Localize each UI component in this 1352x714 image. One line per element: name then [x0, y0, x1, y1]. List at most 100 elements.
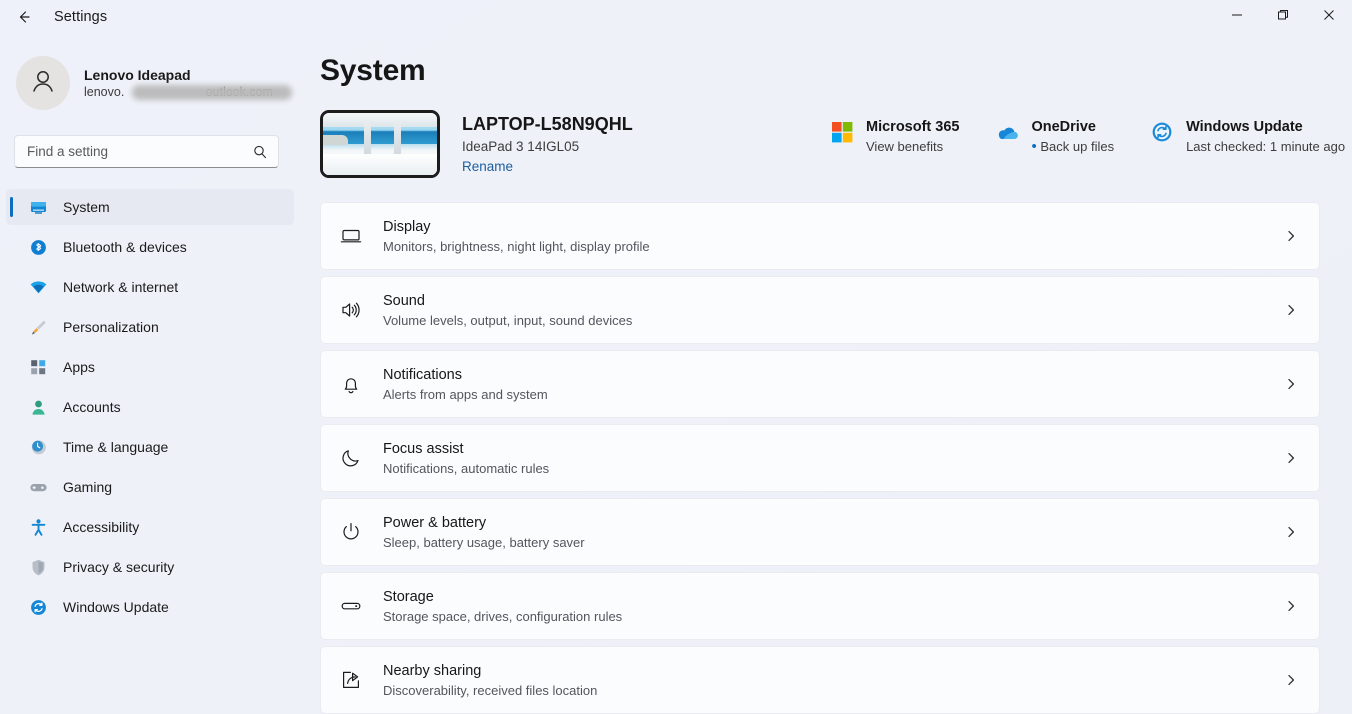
- settings-row-title: Display: [383, 218, 431, 235]
- apps-grid-icon: [28, 357, 48, 377]
- settings-row-notifications[interactable]: Notifications Alerts from apps and syste…: [320, 350, 1320, 418]
- rename-link[interactable]: Rename: [462, 159, 513, 174]
- maximize-button[interactable]: [1260, 0, 1306, 34]
- quicklink-text: Microsoft 365 View benefits: [866, 118, 959, 157]
- settings-window: Settings Lenovo Ideapad lenovo. Find a s…: [0, 0, 1352, 714]
- search-box[interactable]: [14, 135, 279, 168]
- sidebar-item-system[interactable]: System: [6, 189, 294, 225]
- account-text: Lenovo Ideapad lenovo.xxxxxxxxxxxxxoutlo…: [84, 66, 292, 101]
- quicklink-subtitle: View benefits: [866, 139, 944, 154]
- shield-icon: [28, 557, 48, 577]
- chevron-right-icon: [1281, 599, 1301, 613]
- device-model: IdeaPad 3 14IGL05: [462, 139, 580, 154]
- accounts-person-icon: [28, 397, 48, 417]
- chevron-right-icon: [1281, 303, 1301, 317]
- sidebar-item-label: Windows Update: [63, 599, 169, 615]
- account-email-prefix: lenovo.: [84, 84, 125, 99]
- settings-row-focus-assist[interactable]: Focus assist Notifications, automatic ru…: [320, 424, 1320, 492]
- sidebar-item-accounts[interactable]: Accounts: [6, 389, 294, 425]
- quicklink-windows-update[interactable]: Windows Update Last checked: 1 minute ag…: [1150, 118, 1345, 157]
- quick-links: Microsoft 365 View benefits OneDrive • B…: [830, 110, 1345, 157]
- settings-row-storage[interactable]: Storage Storage space, drives, configura…: [320, 572, 1320, 640]
- settings-row-text: Power & battery Sleep, battery usage, ba…: [383, 513, 1281, 552]
- sidebar-item-personalization[interactable]: Personalization: [6, 309, 294, 345]
- display-monitor-icon: [335, 220, 367, 252]
- settings-row-subtitle: Monitors, brightness, night light, displ…: [383, 238, 650, 254]
- sidebar-item-privacy-security[interactable]: Privacy & security: [6, 549, 294, 585]
- moon-icon: [335, 442, 367, 474]
- settings-row-text: Notifications Alerts from apps and syste…: [383, 365, 1281, 404]
- chevron-right-icon: [1281, 229, 1301, 243]
- wallpaper-image: [323, 113, 437, 175]
- quicklink-title: Microsoft 365: [866, 119, 960, 135]
- close-button[interactable]: [1306, 0, 1352, 34]
- sidebar-item-accessibility[interactable]: Accessibility: [6, 509, 294, 545]
- quicklink-microsoft-365[interactable]: Microsoft 365 View benefits: [830, 118, 959, 157]
- sidebar-item-label: Network & internet: [63, 279, 179, 295]
- update-refresh-icon: [28, 597, 48, 617]
- sidebar-item-label: Personalization: [63, 319, 159, 335]
- sidebar-item-bluetooth-devices[interactable]: Bluetooth & devices: [6, 229, 294, 265]
- chevron-right-icon: [1281, 525, 1301, 539]
- search-input[interactable]: [15, 144, 278, 159]
- close-icon: [1323, 8, 1335, 26]
- settings-row-text: Nearby sharing Discoverability, received…: [383, 661, 1281, 700]
- settings-row-sound[interactable]: Sound Volume levels, output, input, soun…: [320, 276, 1320, 344]
- wallpaper-pillar: [393, 119, 401, 158]
- sidebar: Lenovo Ideapad lenovo.xxxxxxxxxxxxxoutlo…: [0, 34, 300, 714]
- sidebar-item-windows-update[interactable]: Windows Update: [6, 589, 294, 625]
- settings-row-text: Display Monitors, brightness, night ligh…: [383, 217, 1281, 256]
- sidebar-item-gaming[interactable]: Gaming: [6, 469, 294, 505]
- status-dot: •: [1031, 138, 1037, 155]
- accessibility-person-icon: [28, 517, 48, 537]
- window-controls: [1214, 0, 1352, 34]
- quicklink-text: OneDrive • Back up files: [1031, 118, 1114, 157]
- sidebar-item-time-language[interactable]: Time & language: [6, 429, 294, 465]
- sidebar-item-network-internet[interactable]: Network & internet: [6, 269, 294, 305]
- system-monitor-icon: [28, 197, 48, 217]
- clock-globe-icon: [28, 437, 48, 457]
- device-name: LAPTOP-L58N9QHL: [462, 114, 633, 134]
- settings-row-power-battery[interactable]: Power & battery Sleep, battery usage, ba…: [320, 498, 1320, 566]
- settings-row-title: Storage: [383, 588, 434, 605]
- quicklink-onedrive[interactable]: OneDrive • Back up files: [995, 118, 1114, 157]
- chevron-right-icon: [1281, 377, 1301, 391]
- account-name: Lenovo Ideapad: [84, 66, 191, 83]
- sidebar-item-label: Privacy & security: [63, 559, 175, 575]
- quicklink-title: Windows Update: [1186, 119, 1303, 135]
- settings-row-title: Sound: [383, 292, 425, 309]
- settings-row-subtitle: Discoverability, received files location: [383, 682, 598, 698]
- sidebar-nav: System Bluetooth & devices Network & int…: [0, 189, 300, 625]
- microsoft-logo-icon: [830, 120, 854, 144]
- windows-update-icon: [1150, 120, 1174, 144]
- bluetooth-icon: [28, 237, 48, 257]
- account-card[interactable]: Lenovo Ideapad lenovo.xxxxxxxxxxxxxoutlo…: [14, 50, 292, 116]
- sidebar-item-label: System: [63, 199, 110, 215]
- device-info: LAPTOP-L58N9QHL IdeaPad 3 14IGL05 Rename: [462, 110, 762, 176]
- sidebar-item-label: Accounts: [63, 399, 121, 415]
- window-title: Settings: [54, 9, 108, 25]
- settings-row-display[interactable]: Display Monitors, brightness, night ligh…: [320, 202, 1320, 270]
- wallpaper-rock: [323, 135, 349, 146]
- back-button[interactable]: [8, 1, 40, 33]
- page-title: System: [320, 54, 426, 87]
- quicklink-text: Windows Update Last checked: 1 minute ag…: [1186, 118, 1345, 157]
- bell-icon: [335, 368, 367, 400]
- wallpaper-ceiling: [323, 113, 437, 127]
- back-arrow-icon: [15, 8, 33, 26]
- settings-list: Display Monitors, brightness, night ligh…: [320, 202, 1320, 714]
- minimize-button[interactable]: [1214, 0, 1260, 34]
- share-icon: [335, 664, 367, 696]
- settings-row-nearby-sharing[interactable]: Nearby sharing Discoverability, received…: [320, 646, 1320, 714]
- settings-row-subtitle: Alerts from apps and system: [383, 386, 548, 402]
- desktop-wallpaper-thumbnail: [320, 110, 440, 178]
- avatar: [16, 56, 70, 110]
- account-email: lenovo.xxxxxxxxxxxxxoutlook.com: [84, 84, 292, 101]
- settings-row-title: Notifications: [383, 366, 462, 383]
- person-icon: [28, 66, 58, 101]
- settings-row-title: Focus assist: [383, 440, 464, 457]
- redaction-blur: [132, 84, 292, 100]
- settings-row-text: Storage Storage space, drives, configura…: [383, 587, 1281, 626]
- quicklink-subtitle: • Back up files: [1031, 137, 1114, 157]
- sidebar-item-apps[interactable]: Apps: [6, 349, 294, 385]
